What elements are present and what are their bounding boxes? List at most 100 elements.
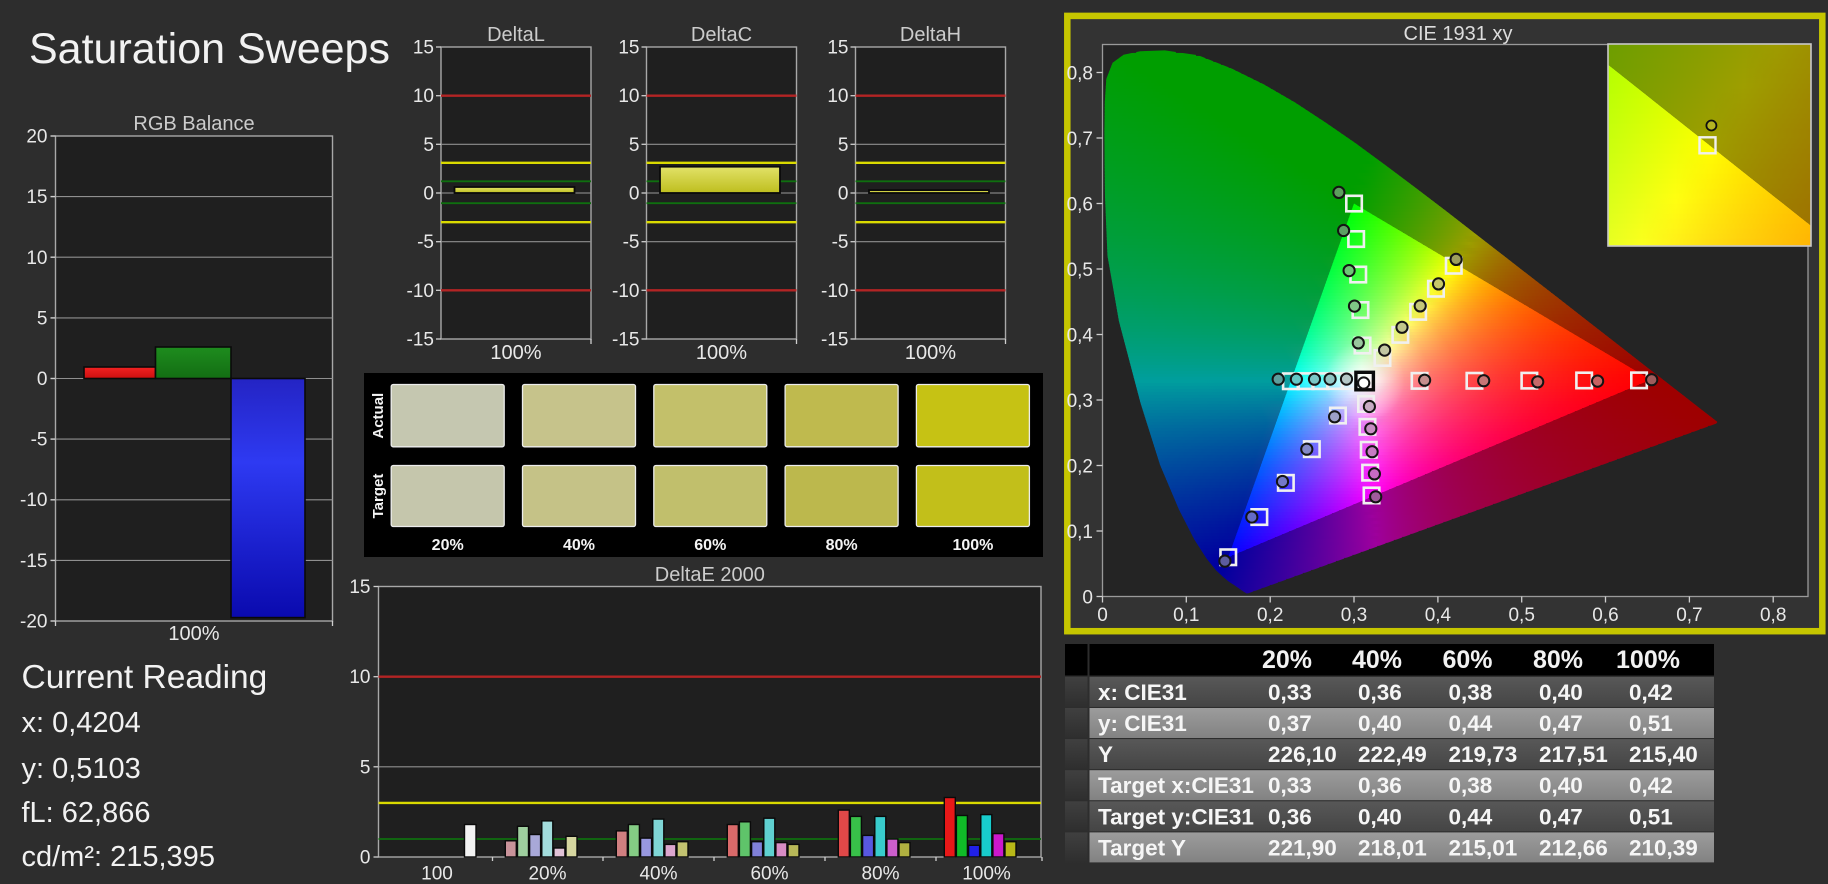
svg-text:0,36: 0,36 <box>1358 680 1402 705</box>
svg-text:0: 0 <box>838 184 849 205</box>
svg-text:222,49: 222,49 <box>1358 742 1427 767</box>
svg-text:Target: Target <box>370 474 387 519</box>
svg-text:-10: -10 <box>20 490 47 511</box>
svg-text:100%: 100% <box>962 864 1011 884</box>
svg-text:0: 0 <box>37 369 48 390</box>
svg-text:y: CIE31: y: CIE31 <box>1098 711 1187 736</box>
svg-text:fL: 62,866: fL: 62,866 <box>22 797 151 829</box>
svg-text:0,42: 0,42 <box>1629 773 1673 798</box>
svg-text:0,51: 0,51 <box>1629 711 1673 736</box>
svg-text:0,8: 0,8 <box>1067 64 1093 85</box>
svg-text:5: 5 <box>838 135 849 156</box>
svg-text:Saturation Sweeps: Saturation Sweeps <box>29 25 390 73</box>
svg-text:100%: 100% <box>905 342 956 364</box>
svg-text:-10: -10 <box>821 281 848 302</box>
svg-text:5: 5 <box>423 135 434 156</box>
svg-text:40%: 40% <box>563 537 595 554</box>
svg-text:100%: 100% <box>696 342 747 364</box>
svg-text:100: 100 <box>421 864 453 884</box>
svg-text:217,51: 217,51 <box>1539 742 1608 767</box>
svg-text:0,5: 0,5 <box>1508 605 1534 626</box>
svg-text:0,5: 0,5 <box>1067 260 1093 281</box>
svg-text:0,4: 0,4 <box>1067 326 1094 347</box>
svg-text:15: 15 <box>827 38 848 59</box>
svg-text:x: 0,4204: x: 0,4204 <box>22 707 141 739</box>
svg-text:0,8: 0,8 <box>1760 605 1786 626</box>
svg-text:0,2: 0,2 <box>1067 457 1093 478</box>
svg-text:100%: 100% <box>168 623 219 645</box>
svg-text:-5: -5 <box>832 232 849 253</box>
svg-text:219,73: 219,73 <box>1449 742 1518 767</box>
svg-text:0: 0 <box>1082 588 1093 609</box>
svg-text:0,47: 0,47 <box>1539 804 1583 829</box>
svg-text:0,1: 0,1 <box>1067 522 1093 543</box>
svg-text:-15: -15 <box>407 330 434 351</box>
svg-text:0: 0 <box>423 184 434 205</box>
svg-text:20%: 20% <box>528 864 566 884</box>
svg-text:20%: 20% <box>1262 646 1312 674</box>
svg-text:210,39: 210,39 <box>1629 835 1698 860</box>
svg-text:15: 15 <box>413 38 434 59</box>
svg-text:5: 5 <box>37 308 48 329</box>
svg-text:0,42: 0,42 <box>1629 680 1673 705</box>
svg-text:0,36: 0,36 <box>1358 773 1402 798</box>
svg-text:0,7: 0,7 <box>1067 129 1093 150</box>
svg-text:x: CIE31: x: CIE31 <box>1098 680 1187 705</box>
svg-text:0: 0 <box>360 848 371 869</box>
svg-text:10: 10 <box>618 86 639 107</box>
svg-text:-20: -20 <box>20 612 47 633</box>
svg-text:-5: -5 <box>623 232 640 253</box>
svg-text:0,33: 0,33 <box>1268 680 1312 705</box>
svg-text:DeltaC: DeltaC <box>691 24 752 46</box>
svg-text:0,38: 0,38 <box>1449 773 1493 798</box>
svg-text:0,40: 0,40 <box>1539 773 1583 798</box>
svg-text:0: 0 <box>629 184 640 205</box>
svg-text:10: 10 <box>413 86 434 107</box>
svg-text:100%: 100% <box>1616 646 1680 674</box>
svg-text:0,33: 0,33 <box>1268 773 1312 798</box>
svg-text:-10: -10 <box>612 281 639 302</box>
svg-text:0,6: 0,6 <box>1067 195 1093 216</box>
svg-text:cd/m²: 215,395: cd/m²: 215,395 <box>22 841 215 873</box>
svg-text:0,7: 0,7 <box>1676 605 1702 626</box>
svg-text:0,37: 0,37 <box>1268 711 1312 736</box>
svg-text:Target y:CIE31: Target y:CIE31 <box>1098 804 1254 829</box>
svg-text:0: 0 <box>1097 605 1108 626</box>
svg-text:60%: 60% <box>750 864 788 884</box>
svg-text:10: 10 <box>349 667 370 688</box>
svg-text:y: 0,5103: y: 0,5103 <box>22 753 141 785</box>
svg-text:15: 15 <box>349 577 370 598</box>
svg-text:DeltaH: DeltaH <box>900 24 961 46</box>
svg-text:-15: -15 <box>612 330 639 351</box>
svg-text:0,47: 0,47 <box>1539 711 1583 736</box>
svg-text:0,40: 0,40 <box>1539 680 1583 705</box>
svg-text:CIE 1931 xy: CIE 1931 xy <box>1404 23 1513 45</box>
svg-text:0,40: 0,40 <box>1358 804 1402 829</box>
svg-text:40%: 40% <box>1352 646 1402 674</box>
svg-text:0,2: 0,2 <box>1257 605 1283 626</box>
svg-text:Actual: Actual <box>370 393 387 439</box>
svg-text:0,38: 0,38 <box>1449 680 1493 705</box>
svg-text:80%: 80% <box>1533 646 1583 674</box>
svg-text:80%: 80% <box>861 864 899 884</box>
svg-text:RGB Balance: RGB Balance <box>133 113 254 135</box>
svg-text:Target x:CIE31: Target x:CIE31 <box>1098 773 1254 798</box>
svg-text:15: 15 <box>618 38 639 59</box>
svg-text:Y: Y <box>1098 742 1113 767</box>
svg-text:20: 20 <box>26 127 47 148</box>
svg-text:100%: 100% <box>490 342 541 364</box>
svg-text:20%: 20% <box>432 537 464 554</box>
svg-text:60%: 60% <box>694 537 726 554</box>
svg-text:0,44: 0,44 <box>1449 711 1493 736</box>
svg-text:0,1: 0,1 <box>1173 605 1199 626</box>
svg-text:5: 5 <box>629 135 640 156</box>
svg-text:40%: 40% <box>639 864 677 884</box>
svg-text:0,3: 0,3 <box>1341 605 1367 626</box>
svg-text:212,66: 212,66 <box>1539 835 1608 860</box>
svg-text:218,01: 218,01 <box>1358 835 1427 860</box>
svg-text:Current Reading: Current Reading <box>22 659 268 696</box>
svg-text:5: 5 <box>360 757 371 778</box>
svg-text:60%: 60% <box>1442 646 1492 674</box>
svg-text:0,36: 0,36 <box>1268 804 1312 829</box>
svg-text:215,01: 215,01 <box>1449 835 1518 860</box>
